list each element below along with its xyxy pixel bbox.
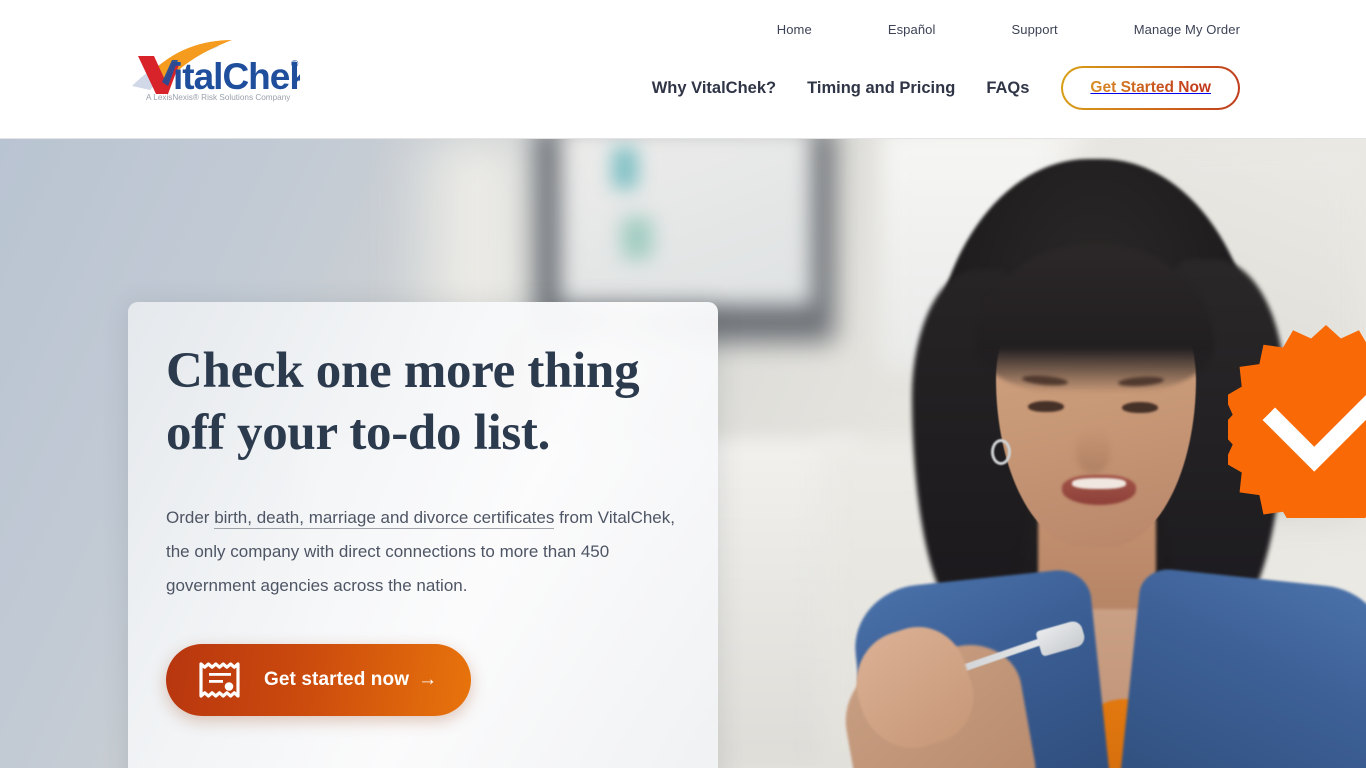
background-cabinet-inner [560,139,812,305]
vitalchek-logo-mark: italChek ® A LexisNexis® Risk Solutions … [132,40,300,102]
get-started-now-hero-label: Get started now [264,669,410,690]
main-nav-item-why-vitalchek[interactable]: Why VitalChek? [652,79,776,98]
utility-nav: Home Español Support Manage My Order [777,20,1240,39]
person-hoop-earring [991,439,1011,465]
person-eye-right [1122,402,1158,413]
hero-content-card: Check one more thing off your to-do list… [128,302,718,768]
person-denim-shirt-right [1119,566,1366,768]
utility-nav-item-manage-my-order[interactable]: Manage My Order [1134,20,1240,39]
certificate-icon [199,662,240,698]
site-logo[interactable]: italChek ® A LexisNexis® Risk Solutions … [128,40,300,102]
svg-text:italChek: italChek [173,56,300,97]
arrow-right-icon: → [418,669,438,690]
person-teeth [1072,478,1126,489]
main-nav-item-faqs[interactable]: FAQs [986,79,1029,98]
get-started-now-hero-button[interactable]: Get started now → [166,644,472,716]
site-header: italChek ® A LexisNexis® Risk Solutions … [0,0,1366,139]
person-nose [1076,429,1110,473]
utility-nav-item-home[interactable]: Home [777,20,812,39]
logo-tagline: A LexisNexis® Risk Solutions Company [146,93,291,102]
utility-nav-item-espanol[interactable]: Español [888,20,936,39]
page-title: Check one more thing off your to-do list… [166,340,678,464]
certificates-link[interactable]: birth, death, marriage and divorce certi… [214,508,555,529]
get-started-now-header-label: Get Started Now [1090,79,1211,96]
hero-title-line-2: off your to-do list. [166,405,551,461]
get-started-now-header-button[interactable]: Get Started Now [1061,66,1240,110]
background-teal-object-2 [622,217,652,259]
utility-nav-item-support[interactable]: Support [1012,20,1058,39]
person-eye-left [1028,401,1064,412]
hero-description-prefix: Order [166,508,215,527]
svg-text:®: ® [291,59,299,70]
main-nav-item-timing-and-pricing[interactable]: Timing and Pricing [807,79,955,98]
hero-title-line-1: Check one more thing [166,343,640,399]
background-teal-object-1 [612,147,638,189]
hero-section: Check one more thing off your to-do list… [0,139,1366,768]
checkmark-starburst-badge-icon [1219,322,1366,535]
main-nav: Why VitalChek? Timing and Pricing FAQs G… [652,66,1240,110]
hero-description: Order birth, death, marriage and divorce… [166,501,678,603]
